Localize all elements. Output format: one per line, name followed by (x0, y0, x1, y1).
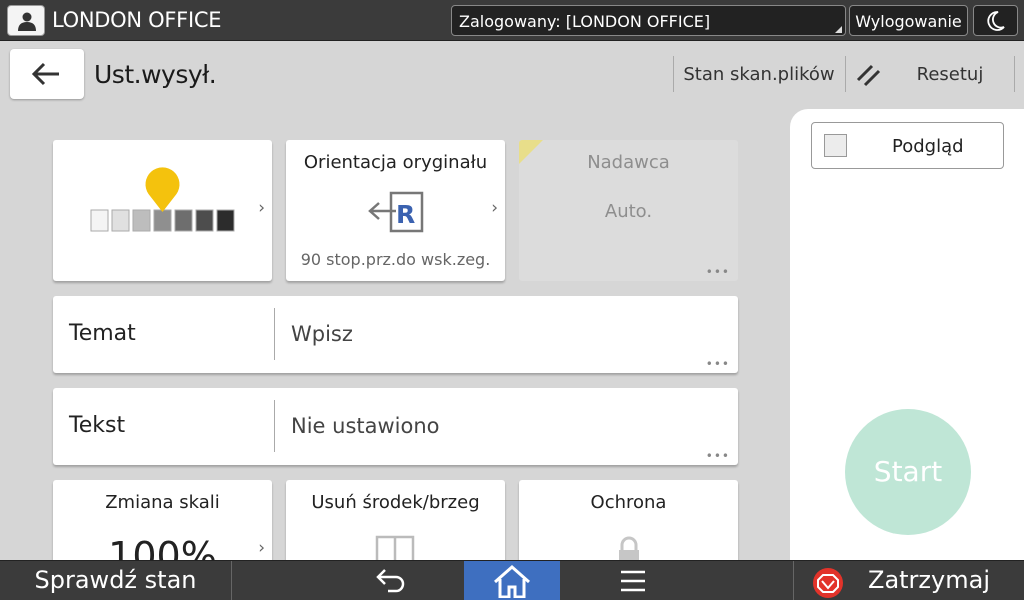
chevron-right-icon: › (491, 198, 498, 218)
start-button[interactable]: Start (845, 409, 971, 535)
density-marker (145, 167, 180, 212)
svg-text:R: R (396, 200, 415, 229)
sender-title: Nadawca (587, 152, 670, 173)
chevron-right-icon: › (258, 538, 265, 558)
row-divider (274, 400, 275, 452)
preview-label: Podgląd (892, 136, 964, 157)
dropdown-corner-icon (835, 26, 842, 33)
text-input[interactable]: Nie ustawiono (291, 414, 440, 438)
subject-label: Temat (69, 321, 136, 346)
login-user-value: Zalogowany: [LONDON OFFICE] (459, 12, 711, 31)
arrow-left-icon (31, 62, 59, 86)
reset-icon (856, 64, 881, 87)
original-orientation-tile[interactable]: Orientacja oryginału R › 90 stop.prz.do … (286, 140, 505, 281)
sender-value: Auto. (604, 201, 653, 222)
page-title: Ust.wysył. (94, 60, 217, 89)
sender-tile[interactable]: Nadawca Auto. ••• (519, 140, 738, 281)
header-divider (845, 56, 846, 92)
erase-title: Usuń środek/brzeg (311, 492, 480, 513)
check-status-button[interactable]: Sprawdź stan (0, 561, 231, 600)
more-dots-icon: ••• (705, 265, 730, 279)
orientation-value: 90 stop.prz.do wsk.zeg. (300, 250, 491, 269)
top-bar: LONDON OFFICE Zalogowany: [LONDON OFFICE… (0, 0, 1024, 41)
density-level-2 (111, 209, 130, 232)
user-button[interactable] (7, 5, 45, 36)
undo-arrow-icon (376, 569, 405, 593)
menu-button[interactable] (610, 561, 656, 600)
bottom-divider (231, 561, 232, 600)
scanned-files-status-button[interactable]: Stan skan.plików (674, 64, 844, 85)
text-label: Tekst (69, 413, 126, 438)
subject-row[interactable]: Temat Wpisz ••• (53, 296, 738, 373)
density-level-3 (132, 209, 151, 232)
back-button[interactable] (10, 49, 84, 99)
text-row[interactable]: Tekst Nie ustawiono ••• (53, 388, 738, 465)
header-divider (1014, 56, 1015, 92)
bottom-divider (793, 561, 794, 600)
row-divider (274, 308, 275, 360)
protection-title: Ochrona (590, 492, 667, 513)
home-icon (494, 564, 530, 598)
scale-title: Zmiana skali (105, 492, 220, 513)
orientation-r-icon: R (368, 191, 424, 233)
subject-input[interactable]: Wpisz (291, 322, 353, 346)
density-level-1 (90, 209, 109, 232)
stop-icon (813, 568, 843, 598)
more-dots-icon: ••• (705, 357, 730, 371)
density-tile[interactable]: › (53, 140, 272, 281)
more-dots-icon: ••• (705, 449, 730, 463)
stop-button[interactable]: Zatrzymaj (868, 566, 990, 594)
density-level-7 (216, 209, 235, 232)
bottom-bar: Sprawdź stan Zatrzymaj (0, 560, 1024, 600)
home-button[interactable] (464, 561, 560, 600)
chevron-right-icon: › (258, 198, 265, 218)
hamburger-menu-icon (621, 570, 645, 592)
reset-button[interactable]: Resetuj (905, 64, 995, 85)
preview-toggle[interactable]: Podgląd (811, 122, 1004, 169)
login-user-select[interactable]: Zalogowany: [LONDON OFFICE] (451, 5, 846, 36)
user-icon (18, 12, 36, 31)
moon-icon (987, 11, 1005, 31)
density-level-6 (195, 209, 214, 232)
nav-back-button[interactable] (367, 561, 417, 600)
right-panel: Podgląd Start (790, 109, 1024, 569)
orientation-title: Orientacja oryginału (303, 152, 488, 173)
density-level-4 (153, 209, 172, 232)
density-level-5 (174, 209, 193, 232)
density-scale-graphic (90, 167, 235, 232)
logout-button[interactable]: Wylogowanie (849, 5, 968, 36)
office-name: LONDON OFFICE (52, 8, 222, 32)
preview-checkbox[interactable] (824, 134, 847, 157)
energy-saver-button[interactable] (973, 5, 1018, 36)
